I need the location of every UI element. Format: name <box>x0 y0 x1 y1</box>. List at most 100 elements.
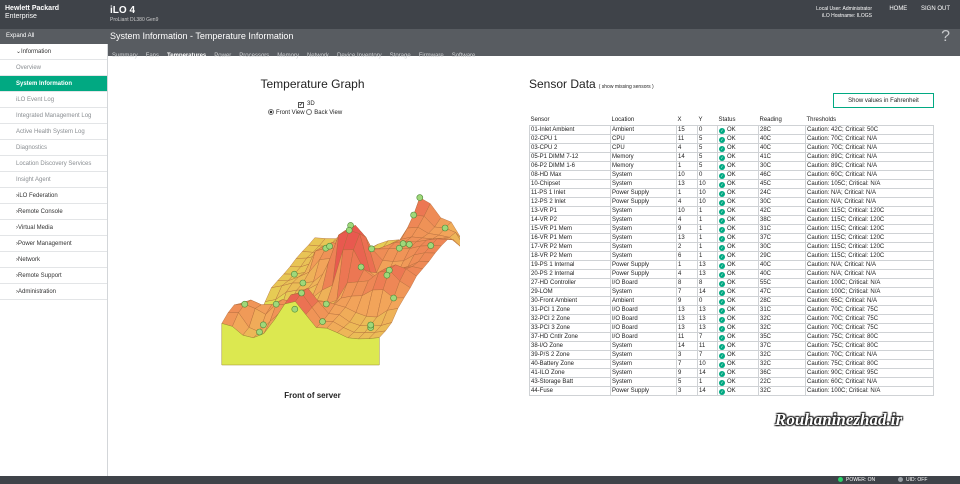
tab-fans[interactable]: Fans <box>142 51 163 61</box>
table-row: 41-ILO Zone System 9 14 ✓ OK 36C Caution: 90C; … <box>529 367 934 378</box>
sensor-marker[interactable] <box>259 321 267 329</box>
cell-text: Caution: 75C; Critical: 80C <box>807 333 879 340</box>
sidebar-item-power-management[interactable]: ›Power Management <box>0 236 107 252</box>
sensor-marker[interactable] <box>357 263 365 271</box>
sensor-marker[interactable] <box>299 279 307 287</box>
show-missing-sensors-link[interactable]: ( show missing sensors ) <box>599 84 654 90</box>
sensor-marker[interactable] <box>291 305 299 313</box>
front-of-server-caption: Front of server <box>284 391 341 400</box>
cell-text: System <box>612 369 633 376</box>
cell-text: 13 <box>699 270 706 277</box>
cell-text: 40-Battery Zone <box>531 360 575 367</box>
sensor-marker[interactable] <box>345 226 353 234</box>
cell-text: 36C <box>760 369 772 376</box>
cell-text: Caution: 42C; Critical: 50C <box>807 126 879 133</box>
cell-text: 30C <box>760 198 772 205</box>
sensor-marker[interactable] <box>256 328 263 336</box>
sensor-marker[interactable] <box>390 294 397 302</box>
cell-location: System <box>610 232 677 243</box>
sidebar-item-insight-agent[interactable]: Insight Agent <box>0 172 107 188</box>
back-view-radio[interactable]: Back View <box>306 109 342 116</box>
status-ok-icon: ✓ <box>719 334 725 340</box>
sidebar-item-system-information[interactable]: System Information <box>0 76 107 92</box>
cell-sensor: 19-PS 1 Internal <box>529 259 611 270</box>
cell-reading: 40C <box>758 268 806 279</box>
sidebar-item-location-discovery-services[interactable]: Location Discovery Services <box>0 156 107 172</box>
sensor-marker[interactable] <box>291 270 298 278</box>
sidebar-item-administration[interactable]: ›Administration <box>0 284 107 300</box>
cell-text: Caution: 89C; Critical: N/A <box>807 153 878 160</box>
sensor-marker[interactable] <box>323 300 330 308</box>
cell-sensor: 08-HD Max <box>529 169 611 180</box>
status-ok-icon: ✓ <box>719 199 725 205</box>
cell-location: CPU <box>610 142 677 153</box>
sub-header: Expand All System Information - Temperat… <box>0 28 960 45</box>
sidebar-item-information[interactable]: ⌄Information <box>0 44 107 60</box>
cell-status: ✓ OK <box>717 367 759 378</box>
sidebar-item-active-health-system-log[interactable]: Active Health System Log <box>0 124 107 140</box>
sidebar-item-ilo-event-log[interactable]: iLO Event Log <box>0 92 107 108</box>
cell-x: 8 <box>676 277 698 288</box>
cell-text: 7 <box>699 351 703 358</box>
cell-thresholds: Caution: 70C; Critical: N/A <box>805 133 934 144</box>
option-3d-checkbox[interactable]: ✔ 3D <box>298 101 315 108</box>
cell-text: 19-PS 1 Internal <box>531 261 575 268</box>
status-ok-icon: ✓ <box>719 352 725 358</box>
sensor-marker[interactable] <box>399 240 407 247</box>
cell-text: 05-P1 DIMM 7-12 <box>531 153 579 160</box>
cell-text: 31-PCI 1 Zone <box>531 306 571 313</box>
sensor-marker[interactable] <box>367 321 374 329</box>
sidebar-item-ilo-federation[interactable]: ›iLO Federation <box>0 188 107 204</box>
cell-text: Caution: 89C; Critical: N/A <box>807 162 878 169</box>
sidebar-item-integrated-management-log[interactable]: Integrated Management Log <box>0 108 107 124</box>
cell-y: 10 <box>697 187 718 198</box>
sensor-marker[interactable] <box>427 242 435 249</box>
cell-thresholds: Caution: 115C; Critical: 120C <box>805 214 934 225</box>
temperature-surface-plot[interactable] <box>200 140 460 390</box>
cell-text: 12-PS 2 Inlet <box>531 198 566 205</box>
cell-text: 13 <box>678 234 685 241</box>
sensor-marker[interactable] <box>383 271 391 279</box>
sensor-marker[interactable] <box>406 241 413 248</box>
sign-out-link[interactable]: SIGN OUT <box>921 6 950 12</box>
cell-sensor: 02-CPU 1 <box>529 133 611 144</box>
status-ok-icon: ✓ <box>719 190 725 196</box>
cell-text: Caution: 100C; Critical: N/A <box>807 279 881 286</box>
tab-summary[interactable]: Summary <box>108 51 142 61</box>
cell-text: 10 <box>699 189 706 196</box>
sidebar-item-remote-support[interactable]: ›Remote Support <box>0 268 107 284</box>
tab-bar: Summary Fans Temperatures Power Processors Me… <box>108 44 960 59</box>
cell-y: 11 <box>697 340 718 351</box>
sensor-marker[interactable] <box>416 194 424 201</box>
sensor-marker[interactable] <box>326 242 333 250</box>
cell-text: System <box>612 360 633 367</box>
cell-sensor: 29-LOM <box>529 286 611 297</box>
cell-text: OK <box>727 378 736 385</box>
cell-reading: 40C <box>758 259 806 270</box>
sidebar-item-overview[interactable]: Overview <box>0 60 107 76</box>
cell-text: 9 <box>678 225 682 232</box>
fahrenheit-button[interactable]: Show values in Fahrenheit <box>833 93 934 108</box>
sidebar-item-network[interactable]: ›Network <box>0 252 107 268</box>
sensor-marker[interactable] <box>241 300 249 308</box>
sensor-marker[interactable] <box>272 300 280 308</box>
expand-all-link[interactable]: Expand All <box>6 33 34 39</box>
cell-text: System <box>612 171 633 178</box>
cell-text: OK <box>727 279 736 286</box>
sensor-marker[interactable] <box>368 245 375 253</box>
sidebar-item-virtual-media[interactable]: ›Virtual Media <box>0 220 107 236</box>
sensor-marker[interactable] <box>441 224 449 232</box>
sidebar-item-remote-console[interactable]: ›Remote Console <box>0 204 107 220</box>
cell-text: System <box>612 378 633 385</box>
table-row: 40-Battery Zone System 7 10 ✓ OK 32C Caution: 7… <box>529 358 934 369</box>
cell-y: 14 <box>697 385 718 396</box>
sensor-marker[interactable] <box>298 289 305 297</box>
cell-reading: 28C <box>758 295 806 306</box>
sidebar-item-diagnostics[interactable]: Diagnostics <box>0 140 107 156</box>
uid-status[interactable]: UID: OFF <box>898 477 927 483</box>
cell-text: Caution: 105C; Critical: N/A <box>807 180 881 187</box>
sensor-marker[interactable] <box>319 318 326 325</box>
home-link[interactable]: HOME <box>889 6 907 12</box>
front-view-radio[interactable]: Front View <box>268 109 305 116</box>
sensor-marker[interactable] <box>410 211 417 219</box>
